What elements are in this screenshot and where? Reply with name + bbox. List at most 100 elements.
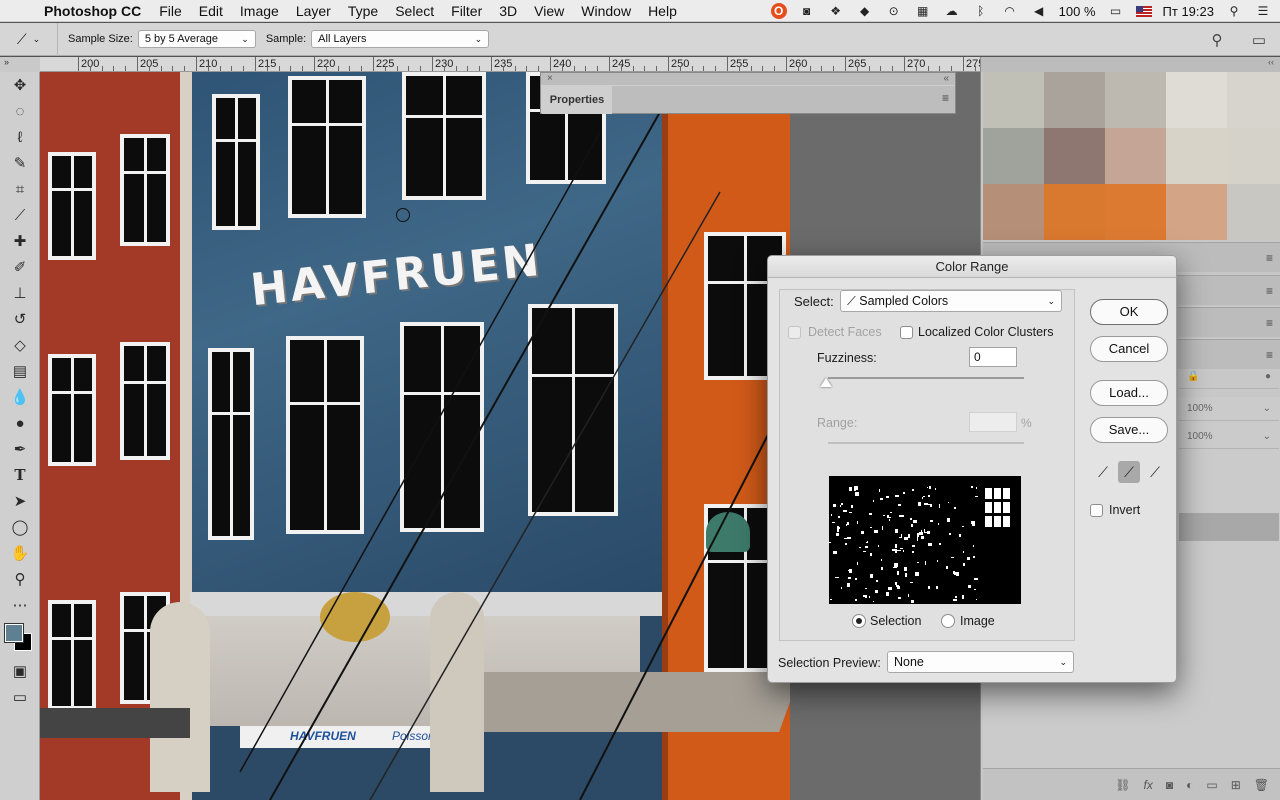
- volume-icon[interactable]: ◀: [1030, 4, 1048, 18]
- color-swatch[interactable]: [1166, 72, 1227, 128]
- load-button[interactable]: Load...: [1090, 380, 1168, 406]
- color-swatch[interactable]: [1166, 128, 1227, 184]
- dropbox-icon[interactable]: ❖: [827, 4, 845, 18]
- color-swatch[interactable]: [1044, 184, 1105, 240]
- color-swatch[interactable]: [983, 128, 1044, 184]
- ok-button[interactable]: OK: [1090, 299, 1168, 325]
- color-swatch[interactable]: [1044, 128, 1105, 184]
- marquee-tool-icon[interactable]: ◌: [0, 98, 40, 124]
- sample-size-select[interactable]: 5 by 5 Average ⌄: [137, 30, 256, 48]
- calendar-icon[interactable]: ▦: [914, 4, 932, 18]
- eraser-tool-icon[interactable]: ◇: [0, 332, 40, 358]
- us-flag-icon[interactable]: [1135, 5, 1152, 17]
- menu-layer[interactable]: Layer: [296, 3, 331, 19]
- image-radio[interactable]: [941, 614, 955, 628]
- battery-icon[interactable]: ▭: [1107, 4, 1125, 18]
- lock-icon[interactable]: 🔒: [1187, 371, 1199, 382]
- save-button[interactable]: Save...: [1090, 417, 1168, 443]
- cloud-sync-icon[interactable]: ☁: [943, 4, 961, 18]
- workspace-switcher-icon[interactable]: ▭: [1238, 31, 1280, 49]
- blur-tool-icon[interactable]: 💧: [0, 384, 40, 410]
- spotlight-search-icon[interactable]: ⚲: [1225, 4, 1243, 18]
- menu-3d[interactable]: 3D: [499, 3, 517, 19]
- color-swatch[interactable]: [1166, 184, 1227, 240]
- chevron-down-icon[interactable]: ⌄: [1263, 431, 1271, 442]
- fill-value[interactable]: 100%: [1187, 431, 1213, 442]
- color-swatch[interactable]: [1105, 184, 1166, 240]
- color-swatches[interactable]: [0, 618, 40, 658]
- app-menu[interactable]: Photoshop CC: [44, 3, 141, 19]
- range-slider-track[interactable]: [828, 442, 1024, 444]
- layer-style-icon[interactable]: fx: [1144, 778, 1153, 792]
- quick-selection-tool-icon[interactable]: ✎: [0, 150, 40, 176]
- panel-menu-icon[interactable]: ≡: [1266, 284, 1273, 298]
- detect-faces-checkbox[interactable]: [788, 326, 801, 339]
- localized-clusters-checkbox[interactable]: [900, 326, 913, 339]
- clone-stamp-tool-icon[interactable]: ⊥: [0, 280, 40, 306]
- pen-tool-icon[interactable]: ✒: [0, 436, 40, 462]
- panel-menu-icon[interactable]: ≡: [1266, 316, 1273, 330]
- menu-image[interactable]: Image: [240, 3, 279, 19]
- search-icon[interactable]: ⚲: [1196, 31, 1238, 49]
- menu-edit[interactable]: Edit: [199, 3, 223, 19]
- select-dropdown[interactable]: ⟋ Sampled Colors ⌄: [840, 290, 1062, 312]
- menu-select[interactable]: Select: [395, 3, 434, 19]
- toggle-icon[interactable]: ●: [1265, 371, 1271, 382]
- lasso-tool-icon[interactable]: ℓ: [0, 124, 40, 150]
- quick-mask-icon[interactable]: ▣: [0, 658, 40, 684]
- panel-menu-icon[interactable]: ≡: [1266, 348, 1273, 362]
- properties-tab[interactable]: Properties: [542, 86, 612, 114]
- type-tool-icon[interactable]: T: [0, 462, 40, 488]
- panel-menu-icon[interactable]: ≡: [942, 91, 949, 105]
- notification-center-icon[interactable]: ☰: [1254, 4, 1272, 18]
- history-brush-tool-icon[interactable]: ↺: [0, 306, 40, 332]
- eyedropper-icon[interactable]: ⟋: [1092, 461, 1114, 483]
- color-swatch[interactable]: [1227, 128, 1280, 184]
- fuzziness-slider-thumb[interactable]: [820, 378, 832, 387]
- new-layer-icon[interactable]: ⊞: [1231, 778, 1241, 792]
- opera-icon[interactable]: O: [770, 3, 787, 19]
- menu-help[interactable]: Help: [648, 3, 677, 19]
- crop-tool-icon[interactable]: ⌗: [0, 176, 40, 202]
- move-tool-icon[interactable]: ✥: [0, 72, 40, 98]
- ruler-origin[interactable]: »: [0, 57, 40, 72]
- menu-file[interactable]: File: [159, 3, 182, 19]
- eyedropper-tool-icon[interactable]: ⟋: [0, 202, 40, 228]
- range-field[interactable]: [969, 412, 1017, 432]
- gradient-tool-icon[interactable]: ▤: [0, 358, 40, 384]
- add-mask-icon[interactable]: ◙: [1166, 778, 1173, 792]
- selection-preview-select[interactable]: None ⌄: [887, 651, 1074, 673]
- color-swatch[interactable]: [1227, 72, 1280, 128]
- menu-filter[interactable]: Filter: [451, 3, 482, 19]
- horizontal-ruler[interactable]: 200 205 210 215 220 225 230 235 240 245 250 255 260 2…: [40, 57, 980, 72]
- color-swatch[interactable]: [1105, 128, 1166, 184]
- fuzziness-slider-track[interactable]: [828, 377, 1024, 379]
- creative-cloud-icon[interactable]: ⊙: [885, 4, 903, 18]
- menu-view[interactable]: View: [534, 3, 564, 19]
- fuzziness-field[interactable]: 0: [969, 347, 1017, 367]
- cancel-button[interactable]: Cancel: [1090, 336, 1168, 362]
- adjustment-layer-icon[interactable]: ◐: [1186, 778, 1193, 792]
- ellipse-tool-icon[interactable]: ◯: [0, 514, 40, 540]
- selection-radio[interactable]: [852, 614, 866, 628]
- dodge-tool-icon[interactable]: ●: [0, 410, 40, 436]
- add-to-sample-eyedropper-icon[interactable]: ⟋: [1118, 461, 1140, 483]
- panel-menu-icon[interactable]: ≡: [1266, 251, 1273, 265]
- tool-preset-picker[interactable]: ⟋ ⌄: [0, 22, 58, 56]
- invert-checkbox[interactable]: [1090, 504, 1103, 517]
- color-swatch[interactable]: [983, 72, 1044, 128]
- brush-tool-icon[interactable]: ✐: [0, 254, 40, 280]
- healing-brush-tool-icon[interactable]: ✚: [0, 228, 40, 254]
- subtract-from-sample-eyedropper-icon[interactable]: ⟋: [1144, 461, 1166, 483]
- more-tools-icon[interactable]: ⋯: [0, 592, 40, 618]
- clock[interactable]: Пт 19:23: [1163, 4, 1214, 19]
- new-group-icon[interactable]: ▭: [1206, 778, 1217, 792]
- evernote-icon[interactable]: ◆: [856, 4, 874, 18]
- close-icon[interactable]: ×: [547, 73, 553, 85]
- wifi-icon[interactable]: ◠: [1001, 4, 1019, 18]
- color-swatch[interactable]: [1105, 72, 1166, 128]
- selected-layer-row[interactable]: [1179, 513, 1279, 541]
- collapse-icon[interactable]: ‹‹: [981, 57, 1280, 72]
- zoom-tool-icon[interactable]: ⚲: [0, 566, 40, 592]
- screen-mode-icon[interactable]: ▭: [0, 684, 40, 710]
